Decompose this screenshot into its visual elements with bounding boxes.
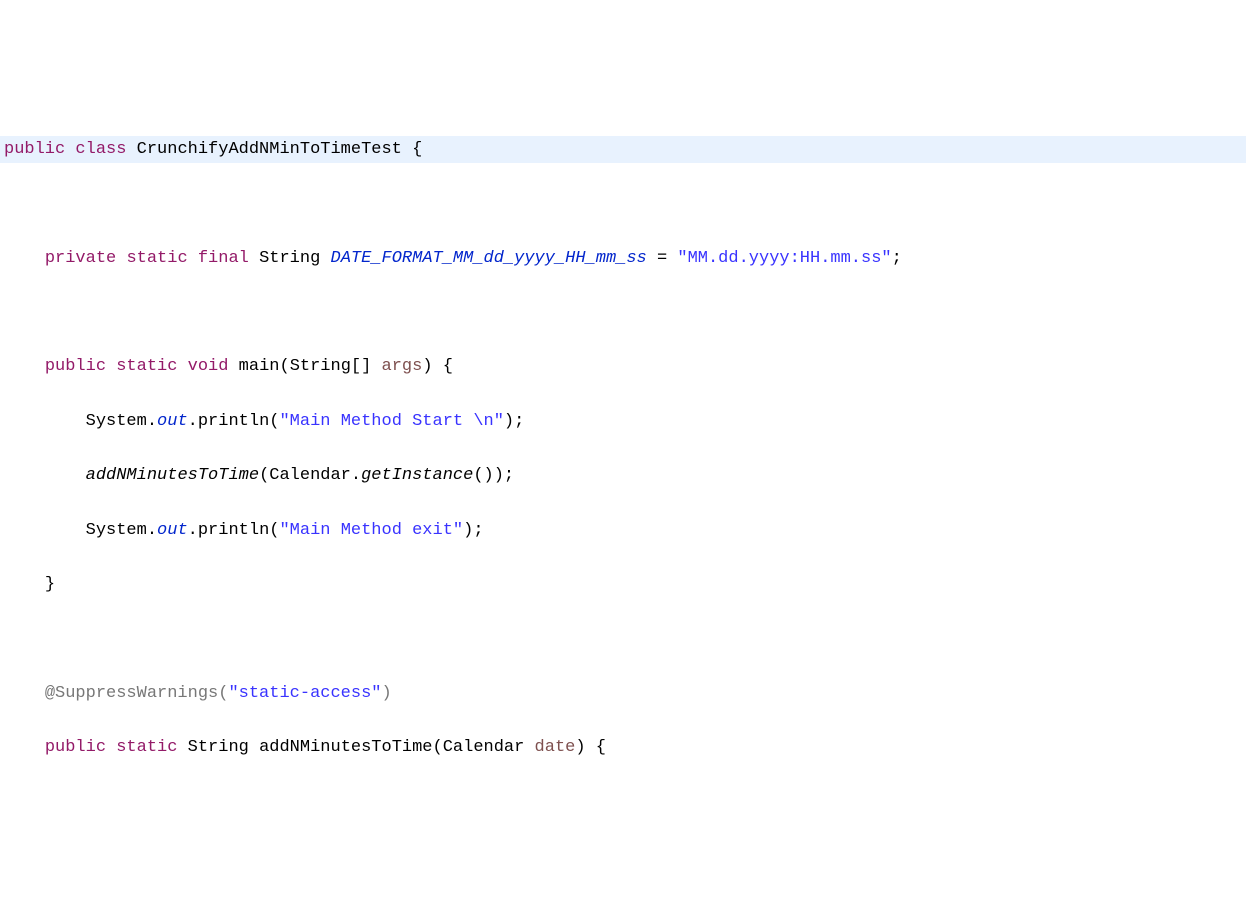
dot: . (188, 521, 198, 540)
open-bracket: [ (351, 357, 361, 376)
string-literal: "static-access" (228, 684, 381, 703)
code-line: public class CrunchifyAddNMinToTimeTest … (0, 136, 1246, 163)
dot: . (188, 412, 198, 431)
code-line: System.out.println("Main Method exit"); (0, 517, 1246, 544)
println: println (198, 412, 269, 431)
println: println (198, 521, 269, 540)
semicolon: ; (892, 249, 902, 268)
keyword-final: final (198, 249, 249, 268)
const-name: DATE_FORMAT_MM_dd_yyyy_HH_mm_ss (331, 249, 647, 268)
code-line: @SuppressWarnings("static-access") (0, 680, 1246, 707)
code-line: System.out.println("Main Method Start \n… (0, 408, 1246, 435)
calendar: Calendar (443, 738, 525, 757)
close-paren: ) (463, 521, 473, 540)
open-paren: ( (218, 684, 228, 703)
annotation: @SuppressWarnings (45, 684, 218, 703)
close-paren: ) (575, 738, 585, 757)
close-paren: ) (494, 466, 504, 485)
method-main: main (239, 357, 280, 376)
type-string: String (290, 357, 351, 376)
open-paren: ( (269, 521, 279, 540)
keyword-void: void (188, 357, 229, 376)
type-string: String (188, 738, 249, 757)
equals: = (657, 249, 667, 268)
close-paren: ) (504, 412, 514, 431)
string-literal: "MM.dd.yyyy:HH.mm.ss" (677, 249, 891, 268)
class-name: CrunchifyAddNMinToTimeTest (137, 140, 402, 159)
code-line (0, 299, 1246, 326)
out-field: out (157, 521, 188, 540)
string-literal: "Main Method exit" (279, 521, 463, 540)
code-line: addNMinutesToTime(Calendar.getInstance()… (0, 462, 1246, 489)
open-paren: ( (279, 357, 289, 376)
semicolon: ; (504, 466, 514, 485)
out-field: out (157, 412, 188, 431)
code-line (0, 625, 1246, 652)
keyword-public: public (4, 140, 65, 159)
keyword-static: static (116, 357, 177, 376)
keyword-public: public (45, 738, 106, 757)
system: System (86, 412, 147, 431)
type-string: String (259, 249, 320, 268)
dot: . (147, 521, 157, 540)
param-date: date (535, 738, 576, 757)
semicolon: ; (514, 412, 524, 431)
close-brace: } (45, 575, 55, 594)
open-paren: ( (269, 412, 279, 431)
code-block: public class CrunchifyAddNMinToTimeTest … (0, 109, 1246, 779)
close-bracket: ] (361, 357, 371, 376)
close-paren: ) (381, 684, 391, 703)
code-line: public static String addNMinutesToTime(C… (0, 734, 1246, 761)
open-paren: ( (473, 466, 483, 485)
string-literal: "Main Method Start \n" (279, 412, 503, 431)
open-paren: ( (433, 738, 443, 757)
dot: . (351, 466, 361, 485)
method-call: addNMinutesToTime (86, 466, 259, 485)
keyword-class: class (75, 140, 126, 159)
semicolon: ; (473, 521, 483, 540)
system: System (86, 521, 147, 540)
keyword-public: public (45, 357, 106, 376)
close-paren: ) (484, 466, 494, 485)
keyword-static: static (126, 249, 187, 268)
open-brace: { (412, 140, 422, 159)
method-name: addNMinutesToTime (259, 738, 432, 757)
keyword-private: private (45, 249, 116, 268)
close-paren: ) (422, 357, 432, 376)
open-brace: { (596, 738, 606, 757)
param-args: args (382, 357, 423, 376)
code-line: } (0, 571, 1246, 598)
getInstance: getInstance (361, 466, 473, 485)
dot: . (147, 412, 157, 431)
open-brace: { (443, 357, 453, 376)
code-line: private static final String DATE_FORMAT_… (0, 245, 1246, 272)
calendar: Calendar (269, 466, 351, 485)
code-line (0, 190, 1246, 217)
keyword-static: static (116, 738, 177, 757)
open-paren: ( (259, 466, 269, 485)
code-line: public static void main(String[] args) { (0, 353, 1246, 380)
